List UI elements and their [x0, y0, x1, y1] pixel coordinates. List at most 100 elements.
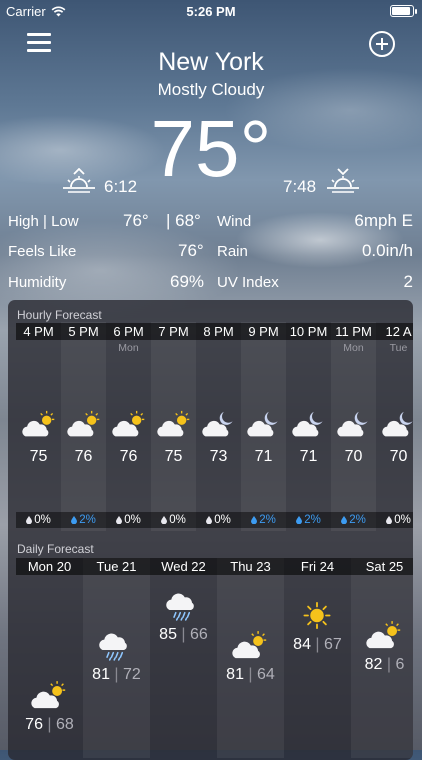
hour-rain-value: 0% [34, 514, 51, 526]
daily-forecast-title: Daily Forecast [17, 542, 94, 556]
rain-label: Rain [217, 243, 248, 260]
hour-day: Mon [118, 342, 139, 354]
hourly-item: 7 PM 75 0% [151, 322, 196, 531]
hour-day: Tue [389, 342, 408, 354]
status-bar: Carrier 5:26 PM [0, 0, 422, 22]
hourly-item: 5 PM 76 2% [61, 322, 106, 531]
daily-item: Fri 24 84 | 67 [284, 558, 351, 758]
day-low: 67 [324, 636, 342, 653]
wind-label: Wind [217, 213, 252, 230]
day-high: 81 [92, 666, 110, 683]
day-low: 68 [56, 716, 74, 733]
daily-item: Tue 21 81 | 72 [83, 558, 150, 758]
uv-label: UV Index [217, 274, 279, 291]
hour-day: Mon [343, 342, 364, 354]
hourly-item: 4 PM 75 0% [16, 322, 61, 531]
uv-value: 2 [403, 272, 413, 291]
hour-temperature: 75 [164, 448, 183, 465]
daily-item: Sat 25 82 | 6 [351, 558, 413, 758]
hour-rain-chance: 2% [331, 512, 376, 528]
hour-temperature: 70 [389, 448, 408, 465]
hour-rain-chance: 0% [376, 512, 413, 528]
hourly-item: 10 PM 71 2% [286, 322, 331, 531]
raindrop-icon [386, 514, 394, 526]
status-time: 5:26 PM [186, 4, 236, 19]
raindrop-icon [296, 514, 304, 526]
hourly-item: 11 PM Mon 70 2% [331, 322, 376, 531]
feels-like-value: 76° [178, 241, 204, 260]
sunrise-icon [63, 168, 95, 193]
hour-time: 9 PM [241, 323, 286, 340]
partly-cloudy-day-icon [366, 620, 402, 656]
day-label: Thu 23 [217, 558, 284, 575]
daily-item: Mon 20 76 | 68 [16, 558, 83, 758]
day-label: Wed 22 [150, 558, 217, 575]
hour-time: 6 PM [106, 323, 151, 340]
hour-rain-value: 0% [169, 514, 186, 526]
hour-temperature: 70 [344, 448, 363, 465]
high-low-label: High | Low [8, 213, 79, 230]
sunset-icon [327, 168, 359, 193]
raindrop-icon [26, 514, 34, 526]
hour-temperature: 76 [74, 448, 93, 465]
hour-rain-chance: 0% [151, 512, 196, 528]
day-temperatures: 81 | 64 [217, 666, 284, 684]
partly-cloudy-day-icon [22, 410, 56, 444]
hour-time: 4 PM [16, 323, 61, 340]
hour-rain-chance: 2% [286, 512, 331, 528]
raindrop-icon [251, 514, 259, 526]
temp-separator: | [310, 636, 325, 653]
day-temperatures: 81 | 72 [83, 666, 150, 684]
hour-rain-value: 0% [124, 514, 141, 526]
partly-cloudy-day-icon [232, 630, 268, 666]
hourly-item: 6 PM Mon 76 0% [106, 322, 151, 531]
battery-icon [390, 5, 417, 17]
day-temperatures: 85 | 66 [150, 626, 217, 644]
sunset-time: 7:48 [283, 177, 317, 196]
day-high: 76 [25, 716, 43, 733]
hour-rain-chance: 0% [16, 512, 61, 528]
temp-separator: | [243, 666, 258, 683]
hour-rain-chance: 2% [61, 512, 106, 528]
hour-time: 8 PM [196, 323, 241, 340]
day-temperatures: 82 | 6 [351, 656, 413, 674]
hour-time: 5 PM [61, 323, 106, 340]
hour-rain-value: 0% [394, 514, 411, 526]
partly-cloudy-night-icon [382, 410, 413, 444]
partly-cloudy-day-icon [31, 680, 67, 716]
temp-separator: | [42, 716, 57, 733]
raindrop-icon [161, 514, 169, 526]
raindrop-icon [71, 514, 79, 526]
partly-cloudy-night-icon [247, 410, 281, 444]
day-low: 64 [257, 666, 275, 683]
partly-cloudy-day-icon [112, 410, 146, 444]
temp-separator: | [176, 626, 191, 643]
day-high: 85 [159, 626, 177, 643]
day-low: 66 [190, 626, 208, 643]
hour-time: 10 PM [286, 323, 331, 340]
daily-item: Thu 23 81 | 64 [217, 558, 284, 758]
hour-rain-value: 0% [214, 514, 231, 526]
day-low: 6 [395, 656, 405, 673]
hour-rain-chance: 2% [241, 512, 286, 528]
hour-temperature: 71 [254, 448, 273, 465]
hour-rain-value: 2% [259, 514, 276, 526]
hourly-forecast-title: Hourly Forecast [17, 308, 102, 322]
temp-separator: | [109, 666, 124, 683]
city-name: New York [158, 48, 264, 76]
day-high: 84 [293, 636, 311, 653]
day-temperatures: 76 | 68 [16, 716, 83, 734]
wind-value: 6mph E [354, 211, 413, 230]
hourly-item: 9 PM 71 2% [241, 322, 286, 531]
hour-temperature: 71 [299, 448, 318, 465]
hourly-item: 12 A Tue 70 0% [376, 322, 413, 531]
partly-cloudy-day-icon [157, 410, 191, 444]
forecast-panel[interactable]: Hourly Forecast 4 PM 75 0% 5 PM 76 2% 6 PM Mon 7… [8, 300, 413, 760]
humidity-value: 69% [170, 272, 205, 291]
temp-separator: | [382, 656, 396, 673]
hour-rain-value: 2% [349, 514, 366, 526]
hour-time: 11 PM [331, 323, 376, 340]
current-condition: Mostly Cloudy [157, 80, 265, 99]
sunrise-time: 6:12 [104, 177, 138, 196]
hour-temperature: 75 [29, 448, 48, 465]
